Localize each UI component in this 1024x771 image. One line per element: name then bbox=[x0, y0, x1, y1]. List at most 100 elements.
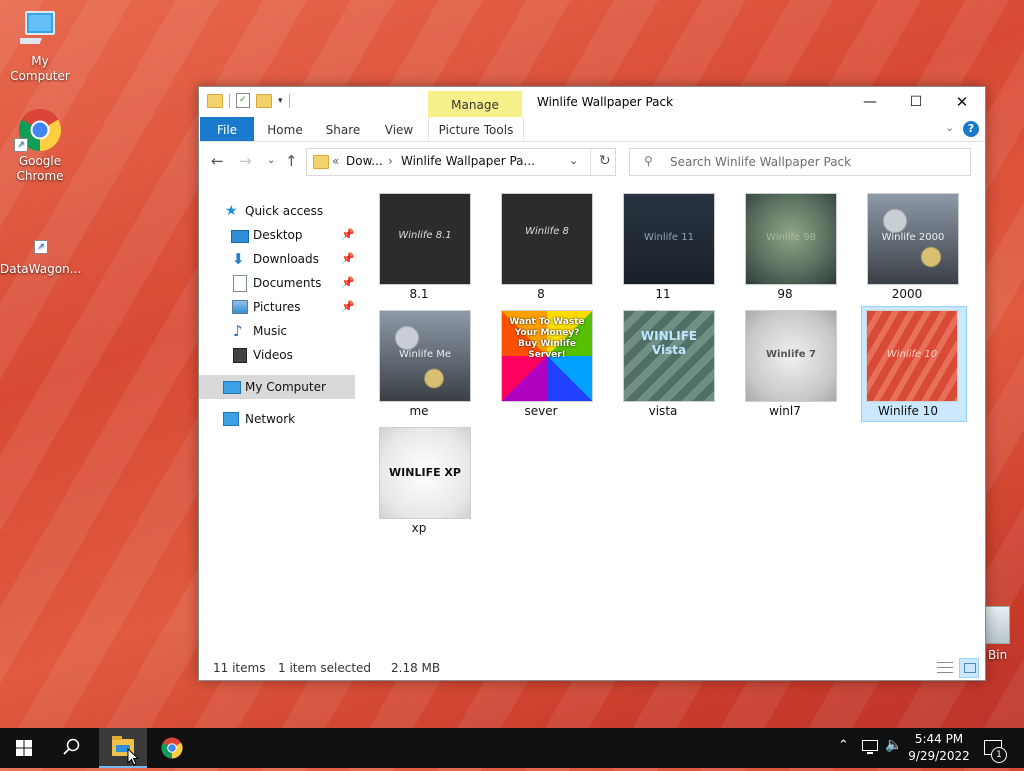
file-tile[interactable]: WINLIFE XP xp bbox=[367, 424, 471, 536]
properties-icon[interactable]: ✓ bbox=[236, 93, 250, 108]
file-tile[interactable]: Winlife 2000 2000 bbox=[855, 190, 959, 302]
tab-share[interactable]: Share bbox=[319, 117, 367, 141]
thumbnail-text: Winlife 8 bbox=[525, 226, 569, 237]
pin-icon[interactable]: 📌 bbox=[341, 271, 355, 295]
music-icon: ♪ bbox=[233, 322, 243, 340]
network-status-icon[interactable] bbox=[862, 740, 878, 754]
back-button[interactable]: ← bbox=[211, 152, 224, 170]
address-bar[interactable]: « Dow... › Winlife Wallpaper Pa... ⌄ ↻ bbox=[306, 148, 616, 176]
forward-button[interactable]: → bbox=[239, 152, 252, 170]
pictures-icon bbox=[232, 300, 248, 314]
separator bbox=[590, 149, 591, 175]
thumbnail-text: Winlife 98 bbox=[766, 232, 816, 243]
sidebar-item-label: My Computer bbox=[245, 380, 326, 394]
address-overflow[interactable]: « bbox=[332, 154, 339, 168]
sidebar-item-videos[interactable]: Videos bbox=[199, 343, 355, 367]
refresh-icon[interactable]: ↻ bbox=[599, 153, 611, 169]
file-tile[interactable]: Winlife 11 11 bbox=[611, 190, 715, 302]
manage-context-tab[interactable]: Manage bbox=[428, 91, 522, 117]
sidebar-item-downloads[interactable]: ⬇ Downloads 📌 bbox=[199, 247, 355, 271]
file-name: 8.1 bbox=[409, 287, 429, 301]
pin-icon[interactable]: 📌 bbox=[341, 247, 355, 271]
sidebar-item-documents[interactable]: Documents 📌 bbox=[199, 271, 355, 295]
taskbar: ⌃ 🔈 5:44 PM 9/29/2022 1 bbox=[0, 728, 1024, 768]
file-name: vista bbox=[648, 404, 678, 418]
customize-qat-icon[interactable]: ▾ bbox=[278, 96, 283, 106]
thumbnail-text: Winlife Me bbox=[399, 349, 451, 360]
recent-locations-button[interactable]: ⌄ bbox=[267, 155, 275, 166]
clock-time[interactable]: 5:44 PM bbox=[905, 732, 973, 746]
desktop-icon-datawagon[interactable]: ↗ DataWagon... bbox=[0, 234, 81, 277]
file-name: 8 bbox=[537, 287, 545, 301]
sidebar-item-pictures[interactable]: Pictures 📌 bbox=[199, 295, 355, 319]
file-tile[interactable]: Want To Waste Your Money? Buy Winlife Se… bbox=[489, 307, 593, 419]
sidebar-item-quick-access[interactable]: ★ Quick access bbox=[199, 199, 355, 223]
file-tile[interactable]: Winlife 7 winl7 bbox=[733, 307, 837, 419]
search-icon bbox=[63, 738, 80, 755]
desktop-icon bbox=[231, 230, 249, 243]
large-icons-view-icon[interactable] bbox=[959, 658, 979, 678]
tab-file[interactable]: File bbox=[200, 117, 254, 141]
close-button[interactable]: ✕ bbox=[939, 87, 985, 117]
folder-icon bbox=[313, 155, 329, 169]
expand-ribbon-icon[interactable]: ⌄ bbox=[945, 121, 954, 134]
tab-home[interactable]: Home bbox=[261, 117, 309, 141]
pin-icon[interactable]: 📌 bbox=[341, 295, 355, 319]
sidebar-item-music[interactable]: ♪ Music bbox=[199, 319, 355, 343]
search-box[interactable]: ⚲ Search Winlife Wallpaper Pack bbox=[629, 148, 971, 176]
sidebar-item-label: Videos bbox=[253, 348, 293, 362]
sidebar-item-label: Desktop bbox=[253, 228, 303, 242]
sidebar-item-my-computer[interactable]: My Computer bbox=[199, 375, 355, 399]
shortcut-arrow-icon: ↗ bbox=[14, 138, 28, 152]
chrome-icon: ↗ bbox=[14, 108, 62, 152]
clock-date[interactable]: 9/29/2022 bbox=[905, 749, 973, 763]
pin-icon[interactable]: 📌 bbox=[341, 223, 355, 247]
file-explorer-window: ✓ ▾ Manage Winlife Wallpaper Pack — ☐ ✕ … bbox=[198, 86, 986, 681]
help-icon[interactable]: ? bbox=[963, 121, 979, 137]
ribbon-tabs: File Home Share View Picture Tools ⌄ ? bbox=[199, 117, 985, 142]
shortcut-icon: ↗ bbox=[20, 234, 60, 260]
separator bbox=[229, 93, 230, 108]
taskbar-chrome[interactable] bbox=[148, 728, 196, 768]
up-button[interactable]: ↑ bbox=[285, 152, 298, 170]
file-name: 2000 bbox=[891, 287, 923, 301]
chrome-icon bbox=[161, 737, 183, 759]
item-count: 11 items bbox=[213, 661, 266, 675]
file-tile[interactable]: Winlife Me me bbox=[367, 307, 471, 419]
thumbnail: Winlife 11 bbox=[624, 194, 714, 284]
file-tile[interactable]: Winlife 98 98 bbox=[733, 190, 837, 302]
minimize-button[interactable]: — bbox=[847, 87, 893, 117]
sidebar-item-network[interactable]: Network bbox=[199, 407, 355, 431]
breadcrumb-downloads[interactable]: Dow... bbox=[346, 154, 383, 168]
file-tile[interactable]: WINLIFE Vista vista bbox=[611, 307, 715, 419]
file-tile[interactable]: Winlife 8.1 8.1 bbox=[367, 190, 471, 302]
breadcrumb-separator: › bbox=[388, 154, 393, 168]
taskbar-file-explorer[interactable] bbox=[99, 728, 147, 768]
thumbnail-text: Winlife 2000 bbox=[881, 232, 945, 243]
tab-picture-tools[interactable]: Picture Tools bbox=[428, 117, 524, 141]
desktop-icon-my-computer[interactable]: My Computer bbox=[0, 10, 80, 84]
file-tile-selected[interactable]: Winlife 10 Winlife 10 bbox=[861, 306, 967, 422]
breadcrumb-current[interactable]: Winlife Wallpaper Pa... bbox=[401, 154, 535, 168]
address-dropdown-icon[interactable]: ⌄ bbox=[569, 154, 578, 167]
search-button[interactable] bbox=[48, 728, 96, 768]
details-view-icon[interactable] bbox=[937, 660, 953, 674]
tab-view[interactable]: View bbox=[375, 117, 423, 141]
volume-icon[interactable]: 🔈 bbox=[885, 737, 902, 753]
maximize-button[interactable]: ☐ bbox=[893, 87, 939, 117]
address-row: ← → ⌄ ↑ « Dow... › Winlife Wallpaper Pa.… bbox=[199, 142, 985, 182]
show-hidden-icons-button[interactable]: ⌃ bbox=[838, 738, 849, 753]
new-folder-icon[interactable] bbox=[256, 93, 272, 108]
file-tile[interactable]: Winlife 8 8 bbox=[489, 190, 593, 302]
star-icon: ★ bbox=[225, 203, 238, 219]
videos-icon bbox=[233, 348, 247, 363]
desktop-icon-google-chrome[interactable]: ↗ Google Chrome bbox=[0, 108, 80, 184]
sidebar-item-label: Music bbox=[253, 324, 288, 338]
thumbnail-text: WINLIFE XP bbox=[389, 466, 461, 479]
thumbnail-text: Winlife 7 bbox=[765, 349, 816, 360]
downloads-icon: ⬇ bbox=[232, 250, 245, 268]
sidebar-item-desktop[interactable]: Desktop 📌 bbox=[199, 223, 355, 247]
mouse-cursor-icon bbox=[127, 748, 139, 766]
start-button[interactable] bbox=[0, 728, 48, 768]
close-icon: ✕ bbox=[955, 93, 969, 111]
